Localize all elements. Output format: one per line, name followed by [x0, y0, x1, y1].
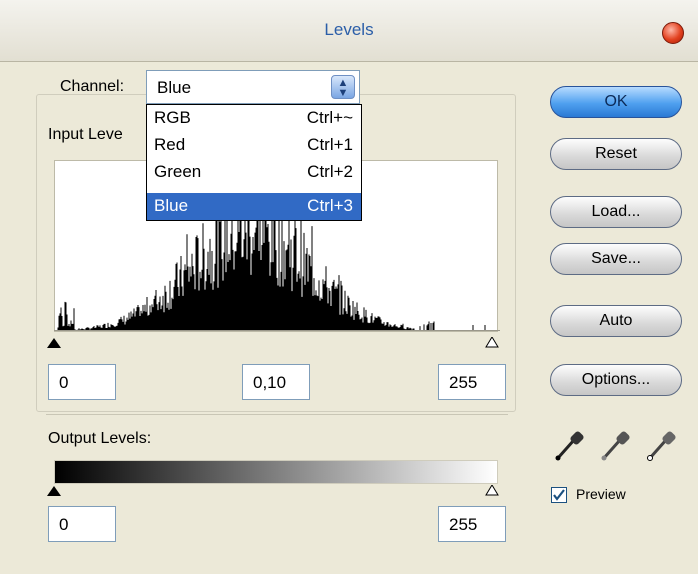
channel-option-red[interactable]: Red Ctrl+1 — [147, 132, 361, 159]
input-white-point-slider[interactable] — [485, 337, 499, 348]
save-button-label: Save... — [591, 250, 641, 267]
output-black-point-slider[interactable] — [47, 486, 61, 496]
black-point-eyedropper-icon[interactable] — [554, 426, 588, 462]
option-shortcut: Ctrl+~ — [306, 108, 353, 127]
save-button[interactable]: Save... — [550, 243, 682, 275]
window-title: Levels — [324, 20, 374, 39]
reset-button-label: Reset — [595, 145, 637, 162]
preview-label-text: Preview — [576, 486, 626, 502]
load-button[interactable]: Load... — [550, 196, 682, 228]
channel-selected-value: Blue — [157, 78, 192, 97]
option-name: RGB — [154, 108, 191, 127]
channel-option-blue[interactable]: Blue Ctrl+3 — [147, 193, 361, 220]
option-name: Green — [154, 162, 202, 181]
input-black-point-slider[interactable] — [47, 338, 61, 348]
divider — [46, 414, 508, 415]
input-black-field[interactable]: 0 — [48, 364, 116, 400]
preview-label[interactable]: Preview — [576, 486, 626, 502]
output-black-value: 0 — [59, 515, 69, 534]
option-shortcut: Ctrl+2 — [307, 162, 353, 181]
white-point-eyedropper-icon[interactable] — [646, 426, 680, 462]
title-bar: Levels — [0, 0, 698, 62]
histogram-baseline — [54, 330, 500, 331]
output-gradient-bar — [54, 460, 498, 484]
channel-dropdown-menu: RGB Ctrl+~ Red Ctrl+1 Green Ctrl+2 Blue … — [146, 104, 362, 221]
channel-option-green[interactable]: Green Ctrl+2 — [147, 159, 361, 186]
output-levels-label-text: Output Levels: — [48, 430, 152, 447]
ok-button-label: OK — [604, 93, 628, 110]
channel-select[interactable]: Blue ▲ ▼ — [146, 70, 360, 104]
option-name: Red — [154, 135, 186, 154]
input-black-value: 0 — [59, 373, 69, 392]
dropdown-arrow-icon[interactable]: ▲ ▼ — [331, 75, 355, 99]
channel-option-rgb[interactable]: RGB Ctrl+~ — [147, 105, 361, 132]
input-levels-label: Input Leve — [48, 126, 123, 144]
channel-label-text: Channel: — [60, 78, 125, 95]
option-name: Blue — [154, 196, 189, 215]
auto-button-label: Auto — [599, 312, 633, 329]
reset-button[interactable]: Reset — [550, 138, 682, 170]
load-button-label: Load... — [591, 203, 641, 220]
input-gamma-value: 0,10 — [253, 373, 287, 392]
gray-point-eyedropper-icon[interactable] — [600, 426, 634, 462]
output-white-value: 255 — [449, 515, 478, 534]
input-gamma-field[interactable]: 0,10 — [242, 364, 310, 400]
input-levels-label-text: Input Leve — [48, 126, 123, 143]
options-button-label: Options... — [581, 371, 651, 388]
option-shortcut: Ctrl+3 — [307, 196, 353, 215]
checkmark-icon — [553, 489, 565, 501]
input-white-value: 255 — [449, 373, 478, 392]
close-button[interactable] — [662, 22, 684, 44]
options-button[interactable]: Options... — [550, 364, 682, 396]
channel-label: Channel: — [60, 78, 124, 96]
preview-checkbox[interactable] — [551, 487, 567, 503]
output-levels-label: Output Levels: — [48, 430, 151, 448]
output-white-field[interactable]: 255 — [438, 506, 506, 542]
output-white-point-slider[interactable] — [485, 485, 499, 496]
output-black-field[interactable]: 0 — [48, 506, 116, 542]
option-shortcut: Ctrl+1 — [307, 135, 353, 154]
input-white-field[interactable]: 255 — [438, 364, 506, 400]
auto-button[interactable]: Auto — [550, 305, 682, 337]
ok-button[interactable]: OK — [550, 86, 682, 118]
